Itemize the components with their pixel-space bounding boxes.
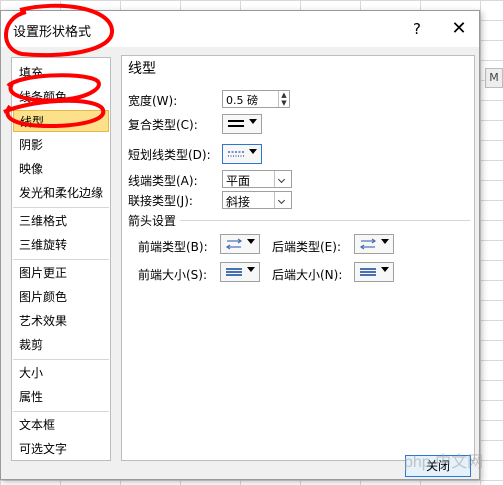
- chevron-down-icon: [249, 119, 257, 124]
- nav-item-text-box[interactable]: 文本框: [13, 414, 109, 436]
- nav-item-properties[interactable]: 属性: [13, 386, 109, 408]
- section-divider: [180, 220, 470, 221]
- nav-item-artistic-effects[interactable]: 艺术效果: [13, 310, 109, 332]
- join-type-label: 联接类型(J):: [128, 194, 193, 208]
- nav-separator: [13, 259, 109, 260]
- panel-title: 线型: [128, 61, 156, 77]
- cap-type-value: 平面: [226, 174, 251, 188]
- nav-item-shadow[interactable]: 阴影: [13, 134, 109, 156]
- dialog-titlebar: 设置形状格式 ? ✕: [1, 11, 479, 47]
- arrow-type-icon: [359, 238, 377, 250]
- arrow-size-icon: [226, 268, 242, 276]
- width-label: 宽度(W):: [128, 94, 178, 108]
- begin-type-label: 前端类型(B):: [138, 240, 208, 254]
- nav-separator: [13, 207, 109, 208]
- nav-item-picture-corrections[interactable]: 图片更正: [13, 262, 109, 284]
- end-size-label: 后端大小(N):: [272, 268, 343, 282]
- arrow-type-icon: [225, 238, 243, 250]
- nav-item-crop[interactable]: 裁剪: [13, 334, 109, 356]
- end-type-dropdown[interactable]: [354, 234, 394, 254]
- chevron-down-icon[interactable]: [274, 192, 291, 208]
- join-type-select[interactable]: 斜接: [222, 191, 292, 209]
- cap-type-select[interactable]: 平面: [222, 170, 292, 188]
- cap-type-label: 线端类型(A):: [128, 174, 198, 188]
- spin-arrows-icon[interactable]: ▲ ▼: [278, 91, 289, 107]
- dash-type-label: 短划线类型(D):: [128, 148, 211, 162]
- chevron-down-icon: [381, 267, 389, 272]
- help-button[interactable]: ?: [405, 17, 429, 41]
- width-value: 0.5 磅: [226, 94, 258, 107]
- watermark: php 中文网: [404, 454, 484, 471]
- arrow-size-icon: [360, 268, 376, 276]
- nav-item-size[interactable]: 大小: [13, 362, 109, 384]
- dialog-title: 设置形状格式: [13, 25, 92, 40]
- end-size-dropdown[interactable]: [354, 262, 394, 282]
- compound-lines-icon: [228, 120, 244, 127]
- column-header-m: M: [485, 68, 503, 88]
- nav-item-3d-rotation[interactable]: 三维旋转: [13, 234, 109, 256]
- begin-type-dropdown[interactable]: [220, 234, 260, 254]
- chevron-down-icon: [381, 239, 389, 244]
- nav-separator: [13, 411, 109, 412]
- nav-separator: [13, 359, 109, 360]
- nav-item-picture-color[interactable]: 图片颜色: [13, 286, 109, 308]
- dash-lines-icon: [228, 151, 244, 157]
- nav-item-3d-format[interactable]: 三维格式: [13, 210, 109, 232]
- category-list: 填充 线条颜色 线型 阴影 映像 发光和柔化边缘 三维格式 三维旋转 图片更正 …: [11, 57, 111, 461]
- close-icon[interactable]: ✕: [447, 17, 471, 41]
- nav-item-reflection[interactable]: 映像: [13, 158, 109, 180]
- end-type-label: 后端类型(E):: [272, 240, 341, 254]
- chevron-down-icon: [247, 239, 255, 244]
- chevron-down-icon: [249, 149, 257, 154]
- compound-type-dropdown[interactable]: [222, 114, 262, 134]
- compound-type-label: 复合类型(C):: [128, 118, 198, 132]
- line-style-panel: 线型 宽度(W): 0.5 磅 ▲ ▼ 复合类型(C): 短划线类型(D): 线端…: [121, 55, 475, 461]
- chevron-down-icon: [247, 267, 255, 272]
- format-shape-dialog: 设置形状格式 ? ✕ 填充 线条颜色 线型 阴影 映像 发光和柔化边缘 三维格式…: [0, 10, 480, 480]
- nav-item-alt-text[interactable]: 可选文字: [13, 438, 109, 460]
- chevron-down-icon[interactable]: [274, 171, 291, 187]
- nav-item-line-color[interactable]: 线条颜色: [13, 86, 109, 108]
- dash-type-dropdown[interactable]: [222, 144, 262, 164]
- arrow-settings-heading: 箭头设置: [128, 214, 177, 228]
- nav-item-line-style[interactable]: 线型: [13, 110, 109, 132]
- nav-item-fill[interactable]: 填充: [13, 62, 109, 84]
- begin-size-label: 前端大小(S):: [138, 268, 208, 282]
- nav-item-glow-soft-edges[interactable]: 发光和柔化边缘: [13, 182, 109, 204]
- join-type-value: 斜接: [226, 195, 251, 209]
- width-spinner[interactable]: 0.5 磅 ▲ ▼: [222, 90, 290, 108]
- begin-size-dropdown[interactable]: [220, 262, 260, 282]
